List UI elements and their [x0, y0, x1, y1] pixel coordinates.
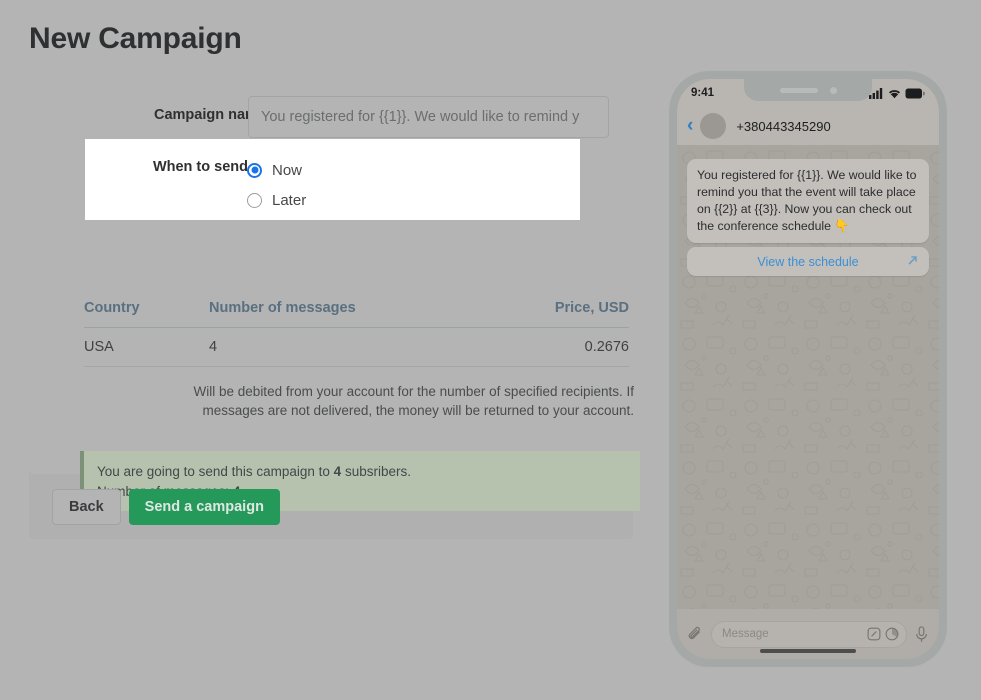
send-campaign-button[interactable]: Send a campaign [128, 488, 280, 525]
cell-price: 0.2676 [584, 339, 629, 355]
table-header-price: Price, USD [554, 300, 629, 316]
status-time: 9:41 [691, 87, 715, 99]
campaign-name-row: Campaign name You registered for {{1}}. … [29, 96, 633, 138]
radio-option-now[interactable]: Now [247, 157, 306, 183]
avatar [700, 113, 727, 139]
radio-now-icon[interactable] [247, 162, 262, 178]
message-bubble: You registered for {{1}}. We would like … [687, 159, 929, 243]
campaign-name-label: Campaign name [154, 107, 266, 123]
table-header-messages: Number of messages [209, 300, 356, 316]
speaker-grille [779, 87, 818, 93]
sticker-icon[interactable] [867, 627, 881, 641]
view-the-schedule-button[interactable]: View the schedule [687, 247, 929, 276]
when-to-send-radio-group: Now Later [247, 157, 306, 217]
chat-body: You registered for {{1}}. We would like … [677, 145, 939, 609]
input-field-icons [867, 627, 899, 641]
message-group: You registered for {{1}}. We would like … [687, 159, 929, 276]
message-placeholder: Message [722, 628, 769, 640]
radio-option-later[interactable]: Later [247, 187, 306, 213]
app-root: New Campaign Campaign name You registere… [0, 0, 981, 700]
phone-screen: 9:41 ‹ +380443345290 You registered for … [677, 79, 939, 659]
chat-contact-name: +380443345290 [736, 118, 831, 134]
external-link-icon [908, 256, 917, 265]
battery-icon [905, 88, 925, 98]
back-chevron-icon[interactable]: ‹ [687, 115, 693, 137]
camera-icon[interactable] [885, 627, 899, 641]
status-icons [869, 87, 925, 99]
campaign-form-card: Campaign name You registered for {{1}}. … [29, 72, 640, 511]
radio-now-label: Now [272, 161, 303, 179]
when-to-send-label: When to send [152, 159, 248, 175]
table-row: USA 4 0.2676 [84, 328, 629, 367]
pricing-table: Country Number of messages Price, USD US… [84, 300, 629, 367]
front-camera-icon [829, 86, 837, 94]
cell-messages: 4 [209, 339, 218, 355]
home-indicator [760, 649, 856, 653]
radio-later-icon[interactable] [247, 192, 262, 208]
cta-label: View the schedule [757, 254, 859, 269]
cell-country: USA [84, 339, 114, 355]
phone-notch [744, 79, 872, 101]
message-input[interactable]: Message [711, 620, 907, 648]
phone-mockup: 9:41 ‹ +380443345290 You registered for … [669, 71, 947, 667]
message-text: You registered for {{1}}. We would like … [697, 168, 917, 233]
pointing-down-emoji: 👇 [834, 219, 850, 233]
table-header-country: Country [84, 300, 140, 316]
microphone-icon[interactable] [914, 625, 929, 643]
paperclip-icon[interactable] [687, 626, 704, 643]
campaign-name-input[interactable]: You registered for {{1}}. We would like … [248, 96, 609, 138]
form-footer: Back Send a campaign [29, 474, 633, 539]
wifi-icon [889, 89, 900, 98]
when-to-send-highlight: When to send Now Later [85, 139, 580, 220]
back-button[interactable]: Back [52, 488, 121, 525]
page-title: New Campaign [29, 22, 242, 55]
table-header-row: Country Number of messages Price, USD [84, 300, 629, 328]
radio-later-label: Later [272, 191, 307, 209]
chat-header: ‹ +380443345290 [677, 107, 939, 145]
billing-note: Will be debited from your account for th… [193, 384, 634, 418]
